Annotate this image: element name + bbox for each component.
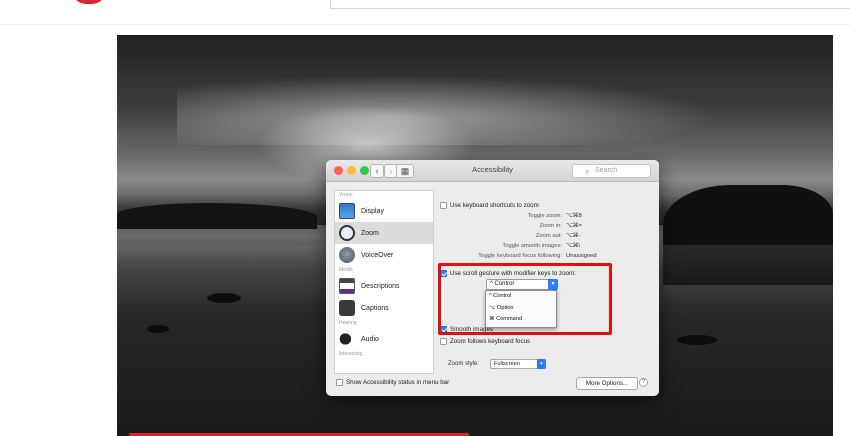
keyboard-shortcuts-checkbox[interactable] xyxy=(440,202,447,209)
menu-bar-status-checkbox[interactable] xyxy=(336,379,343,386)
keyboard-shortcuts-label: Use keyboard shortcuts to zoom xyxy=(450,202,539,210)
shortcut-name: Zoom out: xyxy=(535,233,562,239)
sidebar-item-label: Descriptions xyxy=(361,282,400,290)
shortcut-row: Toggle keyboard focus following: Unassig… xyxy=(440,253,600,259)
sidebar-section-vision: Vision xyxy=(339,192,353,198)
display-icon xyxy=(339,203,355,219)
sidebar-item-captions[interactable]: Captions xyxy=(335,297,433,319)
sidebar-item-audio[interactable]: Audio xyxy=(335,328,433,350)
shortcut-name: Zoom in: xyxy=(539,223,562,229)
shortcut-keys: ⌥⌘- xyxy=(566,233,581,239)
shortcut-row: Toggle smooth images: ⌥⌘\ xyxy=(440,243,600,249)
shortcut-name: Toggle zoom: xyxy=(527,213,562,219)
sidebar: Vision Display Zoom VoiceOver Media Desc… xyxy=(334,190,434,374)
red-highlight-box xyxy=(438,263,612,335)
help-icon[interactable]: ? xyxy=(639,378,648,387)
sidebar-item-display[interactable]: Display xyxy=(335,200,433,222)
site-search-input[interactable] xyxy=(330,0,850,9)
sidebar-item-descriptions[interactable]: Descriptions xyxy=(335,275,433,297)
sidebar-item-label: Captions xyxy=(361,304,389,312)
zoom-icon xyxy=(339,225,355,241)
sidebar-item-label: Zoom xyxy=(361,229,379,237)
shortcut-row: Toggle zoom: ⌥⌘8 xyxy=(440,213,600,219)
zoom-follows-row[interactable]: Zoom follows keyboard focus xyxy=(440,338,530,345)
shortcut-row: Zoom out: ⌥⌘- xyxy=(440,233,600,239)
shortcut-keys: ⌥⌘\ xyxy=(566,243,581,249)
shortcut-row: Zoom in: ⌥⌘= xyxy=(440,223,600,229)
video-rock xyxy=(207,293,241,303)
search-input[interactable]: ⌕ Search xyxy=(572,164,651,178)
menu-bar-status-label: Show Accessibility status in menu bar xyxy=(346,379,450,387)
shortcut-keys: Unassigned xyxy=(566,253,597,259)
zoom-style-value: Fullscreen xyxy=(494,361,520,367)
video-island-left xyxy=(117,203,317,229)
window-titlebar: ‹ › ▦ Accessibility ⌕ Search xyxy=(326,160,659,182)
sidebar-item-voiceover[interactable]: VoiceOver xyxy=(335,244,433,266)
descriptions-icon xyxy=(339,278,355,294)
page: ‹ › ▦ Accessibility ⌕ Search Vision Disp… xyxy=(0,0,850,436)
sidebar-section-interacting: Interacting xyxy=(339,351,363,357)
sidebar-item-label: VoiceOver xyxy=(361,251,394,259)
sidebar-item-zoom[interactable]: Zoom xyxy=(335,222,433,244)
more-options-button[interactable]: More Options... xyxy=(576,377,638,390)
sidebar-section-hearing: Hearing xyxy=(339,320,357,326)
shortcut-keys: ⌥⌘8 xyxy=(566,213,582,219)
shortcut-name: Toggle smooth images: xyxy=(502,243,562,249)
captions-icon xyxy=(339,300,355,316)
sidebar-item-label: Display xyxy=(361,207,384,215)
shortcut-name: Toggle keyboard focus following: xyxy=(478,253,562,259)
chevron-down-icon: ▾ xyxy=(537,359,546,369)
keyboard-shortcuts-row[interactable]: Use keyboard shortcuts to zoom xyxy=(440,202,539,209)
site-logo[interactable] xyxy=(72,0,106,4)
sidebar-item-label: Audio xyxy=(361,335,379,343)
zoom-style-select[interactable]: Fullscreen ▾ xyxy=(490,359,546,369)
audio-icon xyxy=(339,331,355,347)
zoom-follows-label: Zoom follows keyboard focus xyxy=(450,338,531,346)
zoom-follows-checkbox[interactable] xyxy=(440,338,447,345)
menu-bar-status-row[interactable]: Show Accessibility status in menu bar xyxy=(336,379,449,386)
shortcut-keys: ⌥⌘= xyxy=(566,223,582,229)
video-rock xyxy=(677,335,717,345)
search-icon: ⌕ xyxy=(585,167,590,176)
video-rock xyxy=(147,325,169,333)
zoom-style-label: Zoom style: xyxy=(448,361,480,367)
voiceover-icon xyxy=(339,247,355,263)
search-placeholder: Search xyxy=(595,167,618,174)
sidebar-section-media: Media xyxy=(339,267,353,273)
header-divider xyxy=(0,24,850,25)
